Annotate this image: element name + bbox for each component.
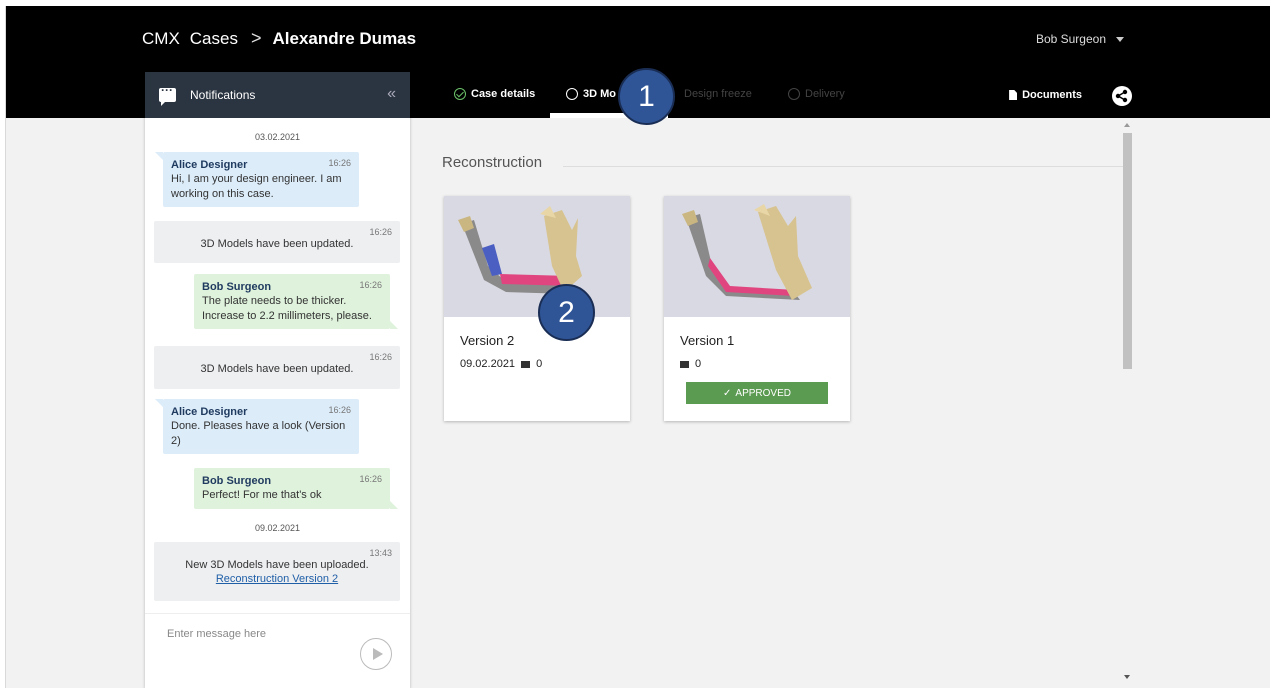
scroll-down-icon[interactable] bbox=[1124, 675, 1130, 679]
breadcrumb-separator-icon: > bbox=[250, 28, 262, 48]
scrollbar-thumb[interactable] bbox=[1123, 133, 1132, 369]
user-name: Bob Surgeon bbox=[1035, 32, 1106, 46]
collapse-icon[interactable]: « bbox=[387, 85, 396, 103]
approved-badge: ✓ APPROVED bbox=[686, 382, 828, 404]
message-author: Alice Designer bbox=[171, 406, 248, 418]
message-alice: Alice Designer 16:26 Done. Pleases have … bbox=[155, 399, 359, 454]
callout-1: 1 bbox=[618, 68, 675, 125]
message-time: 16:26 bbox=[369, 227, 392, 237]
jaw-model-image bbox=[444, 196, 630, 317]
system-message: 13:43 New 3D Models have been uploaded. … bbox=[154, 542, 400, 601]
tab-design-freeze[interactable]: Design freeze bbox=[684, 88, 752, 100]
comment-icon bbox=[521, 360, 531, 368]
notifications-header: Notifications « bbox=[145, 72, 410, 118]
message-time: 16:26 bbox=[328, 158, 351, 168]
tab-case-details[interactable]: Case details bbox=[454, 88, 535, 100]
check-icon: ✓ bbox=[723, 387, 732, 399]
circle-icon bbox=[788, 88, 800, 100]
documents-label: Documents bbox=[1022, 89, 1082, 101]
check-circle-icon bbox=[454, 88, 466, 100]
top-bar: CMX Cases > Alexandre Dumas Bob Surgeon bbox=[6, 6, 1270, 72]
message-text: Done. Pleases have a look (Version 2) bbox=[171, 420, 346, 447]
message-bob: Bob Surgeon 16:26 Perfect! For me that's… bbox=[194, 468, 398, 509]
section-divider bbox=[563, 166, 1123, 167]
message-time: 16:26 bbox=[359, 280, 382, 290]
breadcrumb: CMX Cases > Alexandre Dumas bbox=[142, 28, 416, 49]
scrollbar[interactable] bbox=[1121, 121, 1133, 681]
card-comment-count: 0 bbox=[536, 358, 543, 370]
card-comment-count: 0 bbox=[695, 358, 702, 370]
card-meta: 0 bbox=[680, 358, 701, 370]
message-text: 3D Models have been updated. bbox=[200, 238, 354, 250]
send-button[interactable] bbox=[360, 638, 392, 670]
message-author: Bob Surgeon bbox=[202, 281, 272, 293]
chevron-down-icon bbox=[1116, 36, 1124, 42]
comment-icon bbox=[680, 360, 689, 368]
app-frame: CMX Cases > Alexandre Dumas Bob Surgeon … bbox=[5, 6, 1270, 688]
scroll-up-icon[interactable] bbox=[1124, 123, 1130, 127]
message-time: 16:26 bbox=[359, 474, 382, 484]
tab-label: 3D Mo bbox=[583, 88, 616, 100]
tab-label: Design freeze bbox=[684, 88, 752, 100]
notifications-title: Notifications bbox=[190, 88, 256, 102]
message-alice: Alice Designer 16:26 Hi, I am your desig… bbox=[155, 152, 359, 207]
message-author: Bob Surgeon bbox=[202, 475, 272, 487]
message-input-area: Enter message here bbox=[145, 613, 410, 688]
date-separator: 09.02.2021 bbox=[254, 523, 301, 533]
jaw-model-image bbox=[664, 196, 850, 317]
message-text: New 3D Models have been uploaded. bbox=[185, 559, 369, 571]
circle-icon bbox=[566, 88, 578, 100]
document-icon bbox=[1009, 90, 1018, 100]
model-card-version-1[interactable]: Version 1 0 ✓ APPROVED bbox=[664, 196, 850, 421]
tab-label: Delivery bbox=[805, 88, 845, 100]
card-version: Version 1 bbox=[680, 333, 735, 348]
share-icon bbox=[1115, 89, 1128, 103]
callout-2: 2 bbox=[538, 284, 595, 341]
system-message: 16:26 3D Models have been updated. bbox=[154, 346, 400, 389]
tab-3d-models[interactable]: 3D Mo bbox=[566, 88, 616, 100]
notifications-panel: Notifications « 03.02.2021 Alice Designe… bbox=[145, 72, 410, 688]
share-button[interactable] bbox=[1112, 86, 1132, 106]
breadcrumb-current: Alexandre Dumas bbox=[272, 28, 417, 48]
card-date: 09.02.2021 bbox=[460, 358, 516, 370]
breadcrumb-cases[interactable]: Cases bbox=[190, 29, 238, 49]
message-author: Alice Designer bbox=[171, 159, 248, 171]
tab-delivery[interactable]: Delivery bbox=[788, 88, 845, 100]
user-menu[interactable]: Bob Surgeon bbox=[1036, 32, 1124, 46]
system-message: 16:26 3D Models have been updated. bbox=[154, 221, 400, 263]
breadcrumb-app[interactable]: CMX bbox=[142, 29, 180, 49]
message-time: 16:26 bbox=[369, 352, 392, 362]
message-time: 13:43 bbox=[369, 548, 392, 558]
message-bob: Bob Surgeon 16:26 The plate needs to be … bbox=[194, 274, 398, 329]
message-time: 16:26 bbox=[328, 405, 351, 415]
message-text: 3D Models have been updated. bbox=[200, 363, 354, 375]
model-card-version-2[interactable]: Version 2 09.02.2021 0 bbox=[444, 196, 630, 421]
message-text: The plate needs to be thicker. Increase … bbox=[202, 295, 372, 322]
date-separator: 03.02.2021 bbox=[254, 132, 301, 142]
message-text: Perfect! For me that's ok bbox=[202, 489, 322, 502]
tab-label: Case details bbox=[471, 88, 536, 100]
message-input[interactable]: Enter message here bbox=[167, 628, 266, 640]
chat-icon bbox=[159, 83, 176, 106]
reconstruction-link[interactable]: Reconstruction Version 2 bbox=[162, 572, 392, 586]
approved-label: APPROVED bbox=[735, 387, 791, 399]
card-version: Version 2 bbox=[460, 333, 515, 348]
message-text: Hi, I am your design engineer. I am work… bbox=[171, 173, 342, 200]
section-title: Reconstruction bbox=[442, 154, 543, 171]
card-meta: 09.02.2021 0 bbox=[460, 358, 542, 370]
documents-button[interactable]: Documents bbox=[1009, 89, 1082, 101]
